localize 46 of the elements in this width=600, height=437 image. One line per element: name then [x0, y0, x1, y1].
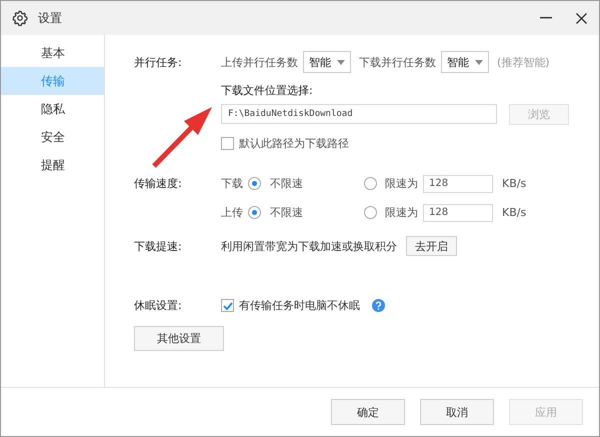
checkbox[interactable]: [221, 137, 234, 150]
close-icon[interactable]: [576, 12, 587, 24]
radio-button[interactable]: [364, 206, 377, 219]
window-title: 设置: [38, 10, 62, 26]
help-icon[interactable]: [372, 299, 385, 312]
caret-icon: [337, 60, 345, 64]
radio-button[interactable]: [248, 177, 261, 190]
radio-label: 不限速: [270, 205, 304, 220]
field-label: 上传并行任务数: [221, 54, 298, 70]
checkbox[interactable]: [221, 299, 234, 312]
checkbox-label: 默认此路径为下载路径: [239, 136, 349, 151]
radio-label: 不限速: [270, 176, 304, 191]
sidebar-item[interactable]: 安全: [1, 123, 104, 151]
radio-button[interactable]: [364, 177, 377, 190]
unit-label: KB/s: [502, 177, 526, 190]
caret-icon: [475, 60, 483, 64]
hint-text: (推荐智能): [497, 54, 550, 70]
radio-label: 限速为: [385, 176, 418, 191]
speed-field[interactable]: 128: [423, 174, 493, 192]
field-label: 上传: [221, 205, 244, 220]
dialog-button[interactable]: 取消: [420, 399, 494, 425]
sidebar-item[interactable]: 基本: [1, 39, 104, 67]
annotation-arrow: [152, 107, 213, 168]
section-label: 并行任务:: [134, 54, 183, 70]
radio-button[interactable]: [248, 206, 261, 219]
dropdown[interactable]: 智能: [441, 51, 489, 73]
settings-icon: [12, 10, 28, 26]
field-label: 下载文件位置选择:: [221, 83, 314, 98]
sidebar-item[interactable]: 提醒: [1, 151, 104, 179]
section-label: 传输速度:: [134, 176, 183, 191]
speed-field[interactable]: 128: [423, 204, 493, 222]
checkbox-label: 有传输任务时电脑不休眠: [239, 298, 360, 313]
field-label: 下载并行任务数: [359, 54, 436, 70]
other-settings-button[interactable]: 其他设置: [134, 326, 224, 351]
section-label: 下载提速:: [134, 238, 183, 254]
unit-label: KB/s: [502, 206, 526, 219]
field-label: 下载: [221, 176, 244, 191]
dialog-button[interactable]: 确定: [331, 399, 405, 425]
dropdown[interactable]: 智能: [303, 51, 351, 73]
enable-button[interactable]: 去开启: [406, 236, 457, 256]
minimize-icon[interactable]: [540, 17, 552, 19]
section-label: 休眠设置:: [134, 298, 183, 313]
radio-label: 限速为: [385, 205, 418, 220]
description-text: 利用闲置带宽为下载加速或换取积分: [221, 238, 397, 254]
sidebar-item[interactable]: 隐私: [1, 95, 104, 123]
path-field[interactable]: F:\BaiduNetdiskDownload: [221, 104, 497, 124]
